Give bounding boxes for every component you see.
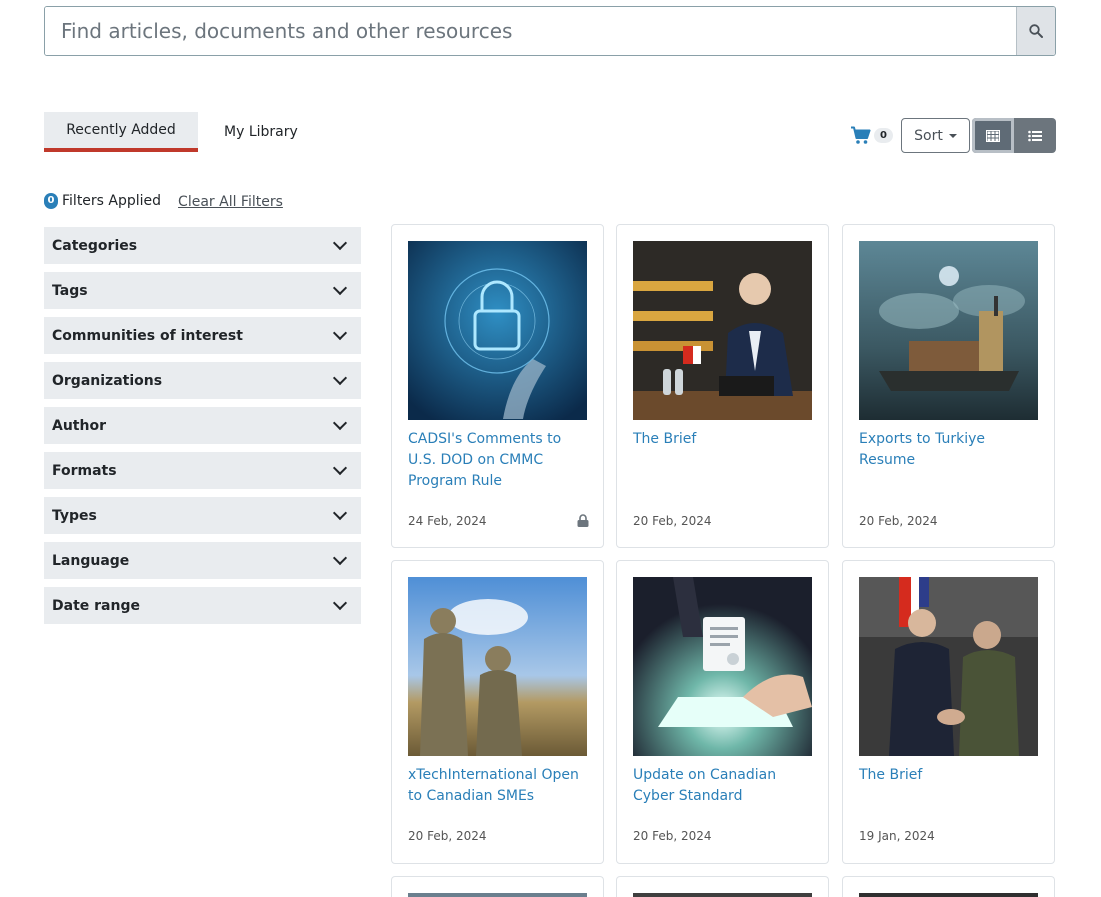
filter-label: Date range: [52, 597, 140, 614]
tab-recently-added[interactable]: Recently Added: [44, 112, 198, 152]
filter-types[interactable]: Types: [44, 497, 361, 534]
tab-my-library[interactable]: My Library: [198, 112, 324, 152]
search-input[interactable]: [45, 7, 1016, 55]
chevron-down-icon: [332, 235, 348, 251]
resource-card[interactable]: The Brief 20 Feb, 2024: [616, 224, 829, 548]
filters-applied-label: Filters Applied: [62, 192, 162, 209]
shopping-cart-icon: [851, 126, 871, 144]
filter-formats[interactable]: Formats: [44, 452, 361, 489]
chevron-down-icon: [332, 550, 348, 566]
resource-card[interactable]: xTechInternational Open to Canadian SMEs…: [391, 560, 604, 864]
search-icon: [1029, 24, 1043, 38]
chevron-down-icon: [332, 280, 348, 296]
card-title-link[interactable]: CADSI's Comments to U.S. DOD on CMMC Pro…: [408, 429, 592, 492]
card-thumbnail[interactable]: [859, 893, 1038, 897]
filter-label: Formats: [52, 462, 117, 479]
chevron-down-icon: [332, 505, 348, 521]
filter-label: Tags: [52, 282, 88, 299]
filter-author[interactable]: Author: [44, 407, 361, 444]
chevron-down-icon: [332, 370, 348, 386]
grid-view-button[interactable]: [972, 118, 1014, 153]
sort-label: Sort: [914, 127, 943, 144]
clear-all-filters-link[interactable]: Clear All Filters: [178, 194, 283, 210]
card-date: 24 Feb, 2024: [408, 514, 487, 528]
card-thumbnail[interactable]: [859, 241, 1038, 420]
filter-label: Categories: [52, 237, 138, 254]
chevron-down-icon: [332, 415, 348, 431]
chevron-down-icon: [332, 460, 348, 476]
resource-card[interactable]: CADSI's Comments to U.S. DOD on CMMC Pro…: [391, 224, 604, 548]
chevron-down-icon: [332, 595, 348, 611]
filter-tags[interactable]: Tags: [44, 272, 361, 309]
search-button[interactable]: [1016, 7, 1055, 55]
card-title-link[interactable]: Exports to Turkiye Resume: [859, 429, 1043, 471]
filter-communities-of-interest[interactable]: Communities of interest: [44, 317, 361, 354]
filter-accordion: Categories Tags Communities of interest …: [44, 227, 361, 632]
card-date: 20 Feb, 2024: [859, 514, 938, 528]
lock-icon: [577, 514, 589, 527]
card-title-link[interactable]: The Brief: [859, 765, 1043, 786]
card-date: 20 Feb, 2024: [408, 829, 487, 843]
card-date: 20 Feb, 2024: [633, 829, 712, 843]
card-thumbnail[interactable]: [633, 893, 812, 897]
resource-card[interactable]: The Brief 19 Jan, 2024: [842, 560, 1055, 864]
search-bar: [44, 6, 1056, 56]
card-date: 19 Jan, 2024: [859, 829, 935, 843]
filter-label: Language: [52, 552, 130, 569]
card-thumbnail[interactable]: [859, 577, 1038, 756]
resource-card[interactable]: [842, 876, 1055, 897]
filter-label: Organizations: [52, 372, 163, 389]
card-thumbnail[interactable]: [408, 893, 587, 897]
cart-button[interactable]: 0: [850, 126, 893, 145]
view-toolbar: 0 Sort: [850, 118, 1056, 153]
resource-card[interactable]: [391, 876, 604, 897]
filter-date-range[interactable]: Date range: [44, 587, 361, 624]
filter-label: Communities of interest: [52, 327, 243, 344]
caret-down-icon: [948, 133, 957, 138]
resource-card[interactable]: [616, 876, 829, 897]
filter-label: Types: [52, 507, 97, 524]
card-date: 20 Feb, 2024: [633, 514, 712, 528]
card-thumbnail[interactable]: [408, 241, 587, 420]
resource-card[interactable]: Exports to Turkiye Resume 20 Feb, 2024: [842, 224, 1055, 548]
card-title-link[interactable]: Update on Canadian Cyber Standard: [633, 765, 817, 807]
filters-summary: 0 Filters Applied Clear All Filters: [44, 191, 283, 210]
card-thumbnail[interactable]: [633, 241, 812, 420]
grid-icon: [986, 129, 1000, 142]
filter-categories[interactable]: Categories: [44, 227, 361, 264]
sort-dropdown[interactable]: Sort: [901, 118, 970, 153]
list-icon: [1028, 130, 1042, 141]
resource-card[interactable]: Update on Canadian Cyber Standard 20 Feb…: [616, 560, 829, 864]
card-title-link[interactable]: The Brief: [633, 429, 817, 450]
filter-label: Author: [52, 417, 106, 434]
card-thumbnail[interactable]: [633, 577, 812, 756]
list-view-button[interactable]: [1014, 118, 1056, 153]
filter-language[interactable]: Language: [44, 542, 361, 579]
library-tabs: Recently Added My Library: [44, 112, 324, 152]
card-title-link[interactable]: xTechInternational Open to Canadian SMEs: [408, 765, 592, 807]
cart-count-badge: 0: [874, 128, 893, 143]
chevron-down-icon: [332, 325, 348, 341]
filters-count-badge: 0: [44, 192, 58, 209]
filter-organizations[interactable]: Organizations: [44, 362, 361, 399]
card-thumbnail[interactable]: [408, 577, 587, 756]
